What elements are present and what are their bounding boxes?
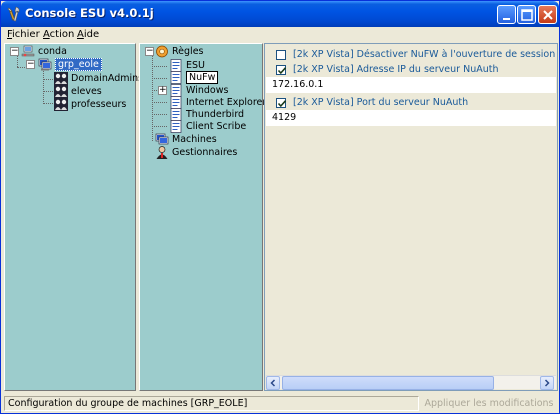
scrollbar-thumb[interactable] bbox=[282, 376, 494, 390]
tree-item-grp-eole[interactable]: grp_eole bbox=[38, 58, 102, 71]
settings-pane: [2k XP Vista] Désactiver NuFW à l'ouvert… bbox=[264, 43, 558, 391]
close-button[interactable] bbox=[538, 5, 557, 24]
tools-icon bbox=[7, 6, 20, 22]
tree-item-nufw[interactable]: NuFw bbox=[169, 71, 219, 84]
tree-item-gestionnaires[interactable]: Gestionnaires bbox=[155, 146, 237, 159]
setting-label-nuauth-ip: [2k XP Vista] Adresse IP du serveur NuAu… bbox=[293, 64, 499, 75]
status-text: Configuration du groupe de machines [GRP… bbox=[4, 396, 419, 411]
rules-tree-pane[interactable]: − Règles ESU NuFw + Windows Internet Exp… bbox=[139, 43, 267, 391]
title-bar[interactable]: Console ESU v4.0.1j bbox=[1, 1, 559, 27]
scroll-right-button[interactable] bbox=[540, 376, 554, 390]
tree-label-domainadmins: DomainAdmins bbox=[71, 73, 144, 84]
tree-label-regles: Règles bbox=[172, 46, 204, 57]
setting-label-nuauth-port: [2k XP Vista] Port du serveur NuAuth bbox=[293, 97, 469, 108]
status-bar: Configuration du groupe de machines [GRP… bbox=[1, 393, 559, 413]
tree-item-conda[interactable]: conda bbox=[21, 45, 67, 58]
tree-label-grp-eole: grp_eole bbox=[55, 58, 102, 71]
maximize-icon bbox=[521, 9, 533, 21]
document-icon bbox=[170, 120, 182, 133]
menu-fichier[interactable]: Fichier bbox=[7, 29, 40, 40]
app-window: Console ESU v4.0.1j Fichier Action Aide … bbox=[0, 0, 560, 414]
expand-windows-toggle[interactable]: + bbox=[158, 86, 167, 95]
tree-label-windows: Windows bbox=[186, 85, 229, 96]
tree-label-machines: Machines bbox=[172, 134, 217, 145]
setting-nuauth-port: [2k XP Vista] Port du serveur NuAuth bbox=[273, 96, 555, 110]
setting-label-disable-nufw: [2k XP Vista] Désactiver NuFW à l'ouvert… bbox=[293, 49, 556, 60]
tree-item-eleves[interactable]: eleves bbox=[54, 85, 102, 98]
tree-item-domainadmins[interactable]: DomainAdmins bbox=[54, 72, 143, 85]
document-icon bbox=[170, 71, 182, 84]
setting-disable-nufw: [2k XP Vista] Désactiver NuFW à l'ouvert… bbox=[273, 48, 555, 62]
nuauth-ip-field[interactable]: 172.16.0.1 bbox=[266, 77, 556, 93]
tree-label-eleves: eleves bbox=[71, 86, 102, 97]
groups-tree-pane[interactable]: − conda − grp_eole DomainAdmins eleves p… bbox=[4, 43, 143, 391]
tree-label-client-scribe: Client Scribe bbox=[186, 121, 247, 132]
horizontal-scrollbar[interactable] bbox=[266, 375, 556, 390]
computer-icon bbox=[155, 133, 169, 145]
disable-nufw-checkbox[interactable] bbox=[276, 50, 286, 60]
window-title: Console ESU v4.0.1j bbox=[25, 6, 154, 20]
tree-item-professeurs[interactable]: professeurs bbox=[54, 98, 126, 111]
arrow-right-icon bbox=[544, 379, 550, 387]
arrow-left-icon bbox=[270, 379, 276, 387]
tree-label-esu: ESU bbox=[186, 60, 205, 71]
menu-bar: Fichier Action Aide bbox=[1, 27, 559, 43]
network-icon bbox=[21, 45, 35, 57]
close-icon bbox=[543, 10, 553, 20]
collapse-regles-toggle[interactable]: − bbox=[145, 47, 154, 56]
maximize-button[interactable] bbox=[517, 5, 536, 24]
scroll-left-button[interactable] bbox=[266, 376, 280, 390]
rules-gear-icon bbox=[156, 45, 168, 58]
nuauth-port-checkbox[interactable] bbox=[276, 98, 287, 108]
user-group-icon bbox=[54, 72, 68, 85]
minimize-icon bbox=[503, 18, 510, 20]
user-group-icon bbox=[54, 85, 68, 98]
checkmark-icon bbox=[277, 100, 287, 108]
tree-item-regles[interactable]: Règles bbox=[155, 45, 203, 58]
tree-label-thunderbird: Thunderbird bbox=[186, 109, 245, 120]
menu-aide[interactable]: Aide bbox=[77, 29, 99, 40]
computer-group-icon bbox=[38, 58, 52, 71]
tree-label-nufw: NuFw bbox=[186, 71, 219, 84]
nuauth-port-field[interactable]: 4129 bbox=[266, 110, 556, 126]
tree-label-internet-explorer: Internet Explorer bbox=[186, 97, 267, 108]
tree-label-conda: conda bbox=[38, 46, 67, 57]
collapse-grp-eole-toggle[interactable]: − bbox=[26, 60, 35, 69]
tree-label-gestionnaires: Gestionnaires bbox=[172, 147, 238, 158]
nuauth-ip-checkbox[interactable] bbox=[276, 65, 287, 75]
collapse-conda-toggle[interactable]: − bbox=[10, 47, 19, 56]
minimize-button[interactable] bbox=[497, 5, 516, 24]
manager-icon bbox=[156, 146, 168, 159]
user-group-icon bbox=[54, 98, 68, 111]
apply-changes-button[interactable]: Appliquer les modifications bbox=[421, 395, 557, 412]
menu-action[interactable]: Action bbox=[43, 29, 74, 40]
tree-item-client-scribe[interactable]: Client Scribe bbox=[169, 120, 246, 133]
tree-item-machines[interactable]: Machines bbox=[155, 133, 217, 146]
checkmark-icon bbox=[277, 67, 287, 75]
tree-label-professeurs: professeurs bbox=[71, 99, 127, 110]
